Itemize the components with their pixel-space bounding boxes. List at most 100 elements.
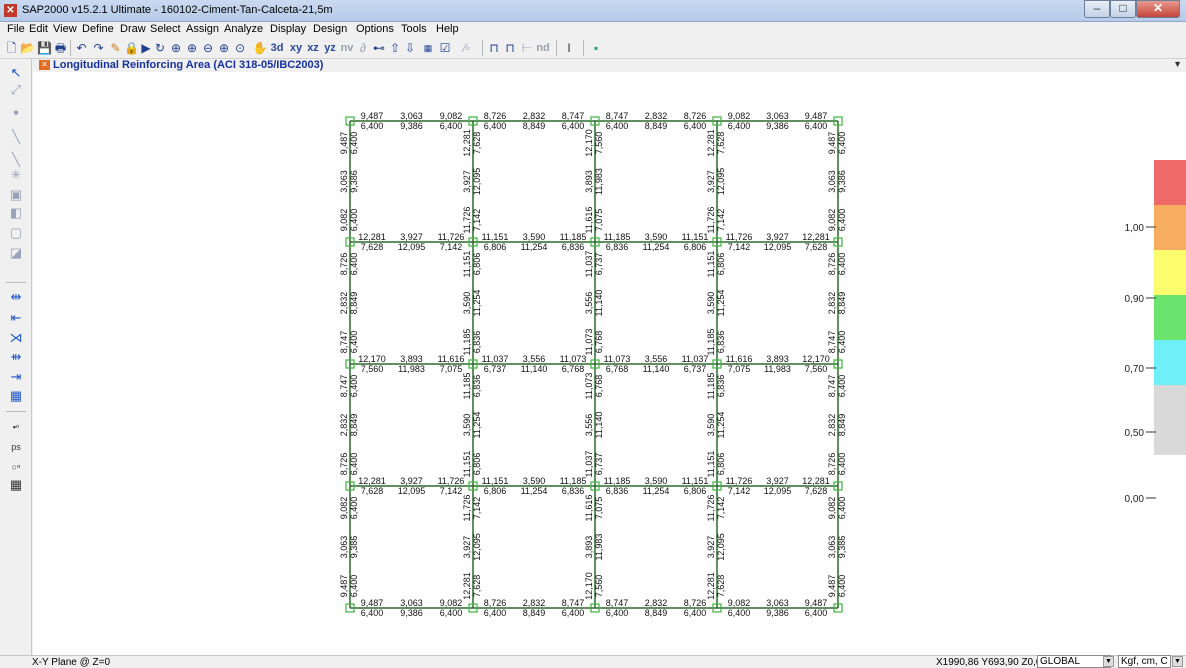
grid-icon[interactable]: ⁄▫: [456, 40, 478, 56]
beam-bottom-label: 9,386: [400, 608, 423, 618]
perspective-icon[interactable]: ⊷: [372, 40, 386, 56]
section-icon[interactable]: I: [562, 40, 576, 56]
zoom-in-icon[interactable]: ⊕: [185, 40, 199, 56]
clear-select-icon[interactable]: ⋊: [6, 330, 26, 346]
view-close-icon[interactable]: ✕: [39, 60, 50, 70]
menu-help[interactable]: Help: [436, 23, 459, 35]
snap-grid-icon[interactable]: ▦: [6, 388, 26, 404]
3d-view-icon[interactable]: 3d: [270, 40, 284, 56]
select-all-icon[interactable]: ⇹: [6, 289, 26, 305]
restore-icon[interactable]: ⇥: [6, 369, 26, 385]
link-icon[interactable]: ◪: [6, 245, 26, 261]
run-icon[interactable]: ▶: [140, 40, 152, 56]
menu-file[interactable]: File: [7, 23, 25, 35]
beam-bottom-label: 6,400: [440, 608, 463, 618]
print-icon[interactable]: 🖶: [53, 40, 68, 56]
view-menu-icon[interactable]: ▼: [1173, 59, 1182, 69]
beam-top-label: 12,170: [802, 354, 830, 364]
sap-app-icon[interactable]: ✕: [4, 4, 17, 17]
column-left-label: 9,082: [827, 497, 837, 520]
pointer-icon[interactable]: ↖: [6, 65, 26, 81]
new-icon[interactable]: 🗋: [4, 40, 19, 56]
save-icon[interactable]: 💾: [37, 40, 52, 56]
coord-system-value: GLOBAL: [1040, 656, 1081, 667]
zoom-window-icon[interactable]: ⊕: [169, 40, 183, 56]
beam-bottom-label: 8,849: [523, 121, 546, 131]
menu-view[interactable]: View: [53, 23, 77, 35]
view-yz-icon[interactable]: yz: [322, 40, 338, 56]
snap-end-icon[interactable]: ▦: [6, 477, 26, 493]
undo-icon[interactable]: ↶: [74, 40, 89, 56]
units-select[interactable]: Kgf, cm, C: [1118, 655, 1171, 668]
close-icon[interactable]: ✕: [1136, 0, 1180, 18]
beam-top-label: 8,726: [684, 111, 707, 121]
refresh-icon[interactable]: ↻: [153, 40, 167, 56]
color-icon[interactable]: ▪: [588, 40, 604, 56]
menu-draw[interactable]: Draw: [120, 23, 146, 35]
quick-area-icon[interactable]: ◧: [6, 205, 26, 221]
nd-label[interactable]: nd: [536, 40, 550, 56]
snap-point-icon[interactable]: ps: [6, 439, 26, 455]
intersect-icon[interactable]: ⇻: [6, 349, 26, 365]
model-canvas[interactable]: 9,487 3,063 9,082 6,400 9,386 6,400 8,726 2,832…: [33, 72, 1186, 655]
beam-top-label: 3,590: [523, 476, 546, 486]
column-left-label: 8,726: [827, 253, 837, 276]
axis-icon[interactable]: ⊢: [519, 40, 535, 56]
reshape-icon[interactable]: ⤢: [6, 82, 26, 98]
menu-tools[interactable]: Tools: [401, 23, 427, 35]
beam-top-label: 3,556: [523, 354, 546, 364]
coord-dropdown-icon[interactable]: ▼: [1103, 656, 1114, 667]
zoom-full-icon[interactable]: ⊙: [233, 40, 247, 56]
units-dropdown-icon[interactable]: ▼: [1172, 656, 1183, 667]
menu-analyze[interactable]: Analyze: [224, 23, 263, 35]
beam-top-label: 8,726: [684, 598, 707, 608]
column-right-label: 7,560: [594, 575, 604, 598]
beam-bottom-label: 8,849: [645, 608, 668, 618]
maximize-icon[interactable]: □: [1110, 0, 1136, 18]
snap-joint-icon[interactable]: ▪ⁿ: [6, 419, 26, 435]
draw-area-icon[interactable]: ✳: [6, 167, 26, 183]
column-right-label: 7,142: [716, 497, 726, 520]
menu-edit[interactable]: Edit: [29, 23, 48, 35]
snap-point-icon-2[interactable]: ○ⁿ: [6, 459, 26, 475]
menu-select[interactable]: Select: [150, 23, 181, 35]
view-xz-icon[interactable]: xz: [305, 40, 321, 56]
menu-display[interactable]: Display: [270, 23, 306, 35]
shell-icon[interactable]: ⊓: [503, 40, 517, 56]
rect-area-icon[interactable]: ▣: [6, 187, 26, 203]
frame-icon[interactable]: ⊓: [487, 40, 501, 56]
view-xy-icon[interactable]: xy: [288, 40, 304, 56]
redo-icon[interactable]: ↷: [91, 40, 106, 56]
menu-design[interactable]: Design: [313, 23, 347, 35]
solid-icon[interactable]: ▢: [6, 225, 26, 241]
window-controls: – □ ✕: [1084, 0, 1180, 20]
beam-bottom-label: 8,849: [645, 121, 668, 131]
column-left-label: 2,832: [339, 414, 349, 437]
edit-icon[interactable]: ✎: [108, 40, 123, 56]
draw-frame-icon[interactable]: ╲: [6, 129, 26, 145]
rotate-icon[interactable]: ∂: [356, 40, 370, 56]
pan-icon[interactable]: ✋: [252, 40, 268, 56]
menu-define[interactable]: Define: [82, 23, 114, 35]
menu-options[interactable]: Options: [356, 23, 394, 35]
up-icon[interactable]: ⇧: [389, 40, 401, 56]
beam-bottom-label: 12,095: [398, 242, 426, 252]
column-right-label: 7,075: [594, 209, 604, 232]
coord-system-select[interactable]: GLOBAL: [1037, 655, 1111, 668]
open-icon[interactable]: 📂: [20, 40, 35, 56]
minimize-icon[interactable]: –: [1084, 0, 1110, 18]
column-right-label: 12,095: [472, 168, 482, 196]
zoom-out-icon[interactable]: ⊖: [201, 40, 215, 56]
down-icon[interactable]: ⇩: [404, 40, 416, 56]
frame-design-plot[interactable]: 9,487 3,063 9,0826,400 9,386 6,4008,726 2,832…: [33, 72, 1186, 655]
quick-frame-icon[interactable]: ╲: [6, 152, 26, 168]
select-prev-icon[interactable]: ⇤: [6, 310, 26, 326]
view-nv-icon[interactable]: nv: [339, 40, 355, 56]
zoom-prev-icon[interactable]: ⊕: [217, 40, 231, 56]
menu-assign[interactable]: Assign: [186, 23, 219, 35]
lock-icon[interactable]: 🔒: [124, 40, 139, 56]
joint-icon[interactable]: ■: [6, 105, 26, 121]
object-shrink-icon[interactable]: ▦: [420, 40, 436, 56]
display-options-icon[interactable]: ☑: [438, 40, 452, 56]
column-right-label: 6,737: [594, 253, 604, 276]
